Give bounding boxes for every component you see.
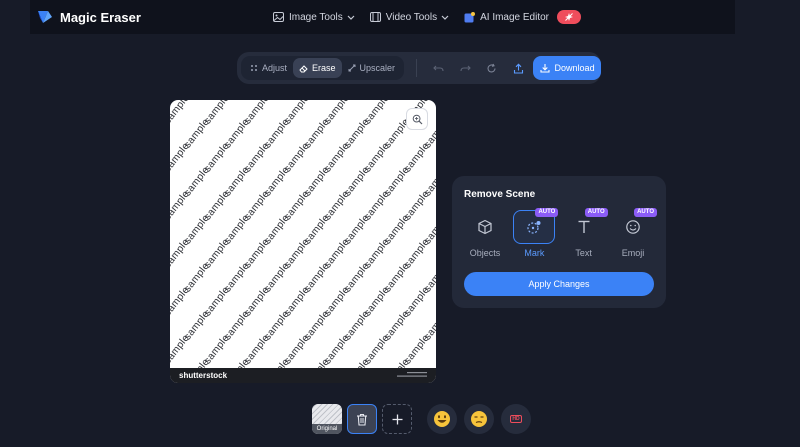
nav-label: Video Tools (385, 11, 438, 23)
chevron-down-icon (347, 15, 355, 20)
hot-badge (557, 10, 582, 24)
zoom-in-icon (412, 114, 422, 124)
smile-icon (626, 220, 640, 234)
mode-label: Erase (312, 63, 336, 73)
top-navigation-bar: Magic Eraser Image Tools Video Tools AI … (30, 0, 735, 34)
bottom-tray: Original HD (312, 404, 531, 434)
option-label: Mark (524, 248, 545, 258)
editor-toolbar: Adjust Erase Upscaler Download (237, 52, 602, 84)
delete-button[interactable] (347, 404, 377, 434)
panel-title: Remove Scene (464, 189, 536, 200)
redo-icon (460, 65, 471, 71)
mode-adjust-button[interactable]: Adjust (244, 58, 293, 78)
sparkle-off-icon (565, 13, 574, 21)
option-objects[interactable]: Objects (464, 210, 506, 258)
watermark-text: sample (170, 236, 192, 271)
upload-icon (514, 63, 524, 74)
expand-icon (348, 64, 356, 72)
refresh-icon (487, 63, 497, 72)
watermark-text: sample (170, 284, 192, 319)
redo-button[interactable] (452, 56, 479, 80)
option-label: Text (575, 248, 592, 258)
watermark-pattern: sample sample sample sample sample sample samp… (170, 100, 436, 368)
watermark-text: sample (170, 188, 192, 223)
option-text[interactable]: Text AUTO (563, 208, 608, 258)
watermark-text: sample (170, 140, 192, 175)
undo-icon (433, 65, 444, 71)
reset-button[interactable] (479, 56, 506, 80)
eraser-icon (299, 64, 308, 72)
stock-footer-bar: shutterstock (170, 368, 436, 383)
nav-video-tools[interactable]: Video Tools (369, 11, 449, 23)
remove-scene-panel: Remove Scene Objects Mark AUTO Text AUTO… (452, 176, 666, 308)
emoji-unamused-button[interactable] (464, 404, 494, 434)
original-thumbnail[interactable]: Original (312, 404, 342, 434)
apply-changes-button[interactable]: Apply Changes (464, 272, 654, 296)
add-image-button[interactable] (382, 404, 412, 434)
nav-ai-image-editor[interactable]: AI Image Editor (464, 10, 582, 24)
image-canvas[interactable]: sample sample sample sample sample sample samp… (170, 100, 436, 383)
auto-badge: AUTO (584, 208, 608, 217)
cube-icon (478, 219, 492, 235)
text-icon (578, 220, 590, 233)
stock-id-lines-icon (397, 372, 427, 377)
emoji-smile-button[interactable] (427, 404, 457, 434)
nav-image-tools[interactable]: Image Tools (273, 12, 355, 23)
mode-erase-button[interactable]: Erase (293, 58, 342, 78)
option-box (464, 210, 506, 244)
grid-icon (251, 65, 257, 71)
watermark-text: sample (170, 100, 172, 102)
watermark-text: sample (422, 357, 436, 368)
option-label: Objects (469, 248, 501, 258)
watermark-text: sample (170, 100, 192, 127)
toolbar-divider (416, 59, 417, 77)
mode-switcher: Adjust Erase Upscaler (241, 56, 405, 80)
chevron-down-icon (441, 15, 449, 20)
nav-label: AI Image Editor (480, 11, 550, 23)
hd-button[interactable]: HD (501, 404, 531, 434)
auto-badge: AUTO (634, 208, 657, 217)
mode-upscaler-button[interactable]: Upscaler (342, 58, 402, 78)
undo-button[interactable] (425, 56, 452, 80)
option-emoji[interactable]: Emoji AUTO (612, 208, 657, 258)
magic-eraser-logo-icon (38, 11, 52, 23)
ai-editor-icon (464, 11, 476, 22)
option-mark[interactable]: Mark AUTO (513, 208, 559, 258)
hd-badge: HD (510, 415, 522, 423)
share-button[interactable] (505, 56, 532, 80)
mark-icon (527, 220, 541, 234)
trash-icon (357, 413, 367, 426)
thumbnail-label: Original (312, 424, 342, 434)
image-icon (273, 12, 284, 22)
main-nav: Image Tools Video Tools AI Image Editor (273, 0, 596, 34)
film-icon (369, 12, 381, 22)
remove-scene-options: Objects Mark AUTO Text AUTO Emoji AUTO (464, 208, 657, 258)
watermark-text: sample (170, 332, 192, 367)
stock-logo: shutterstock (179, 371, 228, 380)
download-button[interactable]: Download (533, 56, 602, 80)
zoom-button[interactable] (406, 108, 428, 130)
option-label: Emoji (621, 248, 645, 258)
brand[interactable]: Magic Eraser (37, 9, 141, 25)
mode-label: Upscaler (359, 63, 396, 73)
unamused-emoji-icon (471, 411, 487, 427)
grin-emoji-icon (434, 411, 450, 427)
mode-label: Adjust (262, 63, 288, 73)
download-icon (539, 64, 550, 73)
stock-image-id (397, 372, 427, 379)
download-label: Download (554, 63, 595, 73)
plus-icon (392, 414, 402, 424)
nav-label: Image Tools (289, 11, 343, 23)
auto-badge: AUTO (535, 208, 559, 217)
app-name: Magic Eraser (60, 9, 141, 25)
